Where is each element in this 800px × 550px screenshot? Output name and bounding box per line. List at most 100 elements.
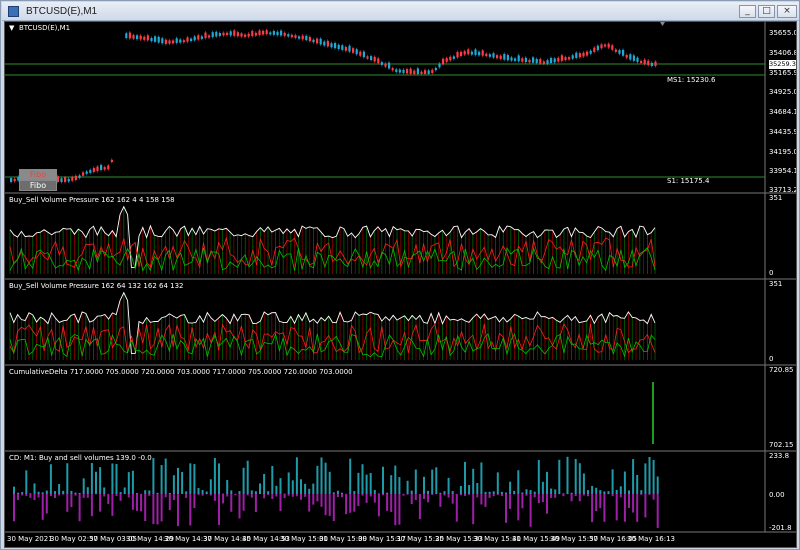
buy-volume-bar: [484, 491, 487, 494]
sell-volume-bar: [484, 494, 487, 507]
buy-volume-bar: [332, 492, 335, 494]
candle: [607, 43, 610, 48]
volume-pressure-1-max: 351: [769, 194, 783, 202]
candle: [82, 172, 85, 176]
buy-volume-bar: [373, 489, 376, 494]
candle: [110, 159, 113, 163]
candle: [643, 59, 646, 65]
sell-volume-bar: [164, 494, 167, 498]
sell-volume-bar: [582, 494, 585, 496]
candle: [56, 176, 59, 182]
buy-volume-bar: [390, 475, 393, 494]
sell-volume-bar: [636, 494, 639, 522]
candle: [640, 60, 643, 63]
title-bar[interactable]: BTCUSD(E),M1 _ □ ×: [2, 2, 799, 21]
candle: [575, 52, 578, 58]
candle: [384, 63, 387, 67]
sell-volume-bar: [521, 494, 524, 509]
candle: [13, 178, 16, 182]
buy-volume-bar: [160, 465, 163, 494]
candle: [636, 57, 639, 62]
buy-volume-bar: [295, 457, 298, 494]
buy-volume-bar: [468, 485, 471, 494]
candle: [467, 49, 470, 55]
sell-volume-bar: [652, 494, 655, 500]
buy-volume-bar: [328, 471, 331, 494]
candle: [560, 55, 563, 61]
buy-volume-bar: [205, 491, 208, 494]
sell-volume-bar: [459, 494, 462, 496]
sell-volume-bar: [587, 494, 589, 497]
time-tick: 30 May 2021: [7, 535, 53, 543]
candle: [528, 59, 531, 63]
sell-volume-bar: [615, 494, 618, 521]
buy-volume-bar: [628, 490, 630, 494]
candle: [294, 35, 297, 38]
buy-volume-bar: [435, 467, 438, 494]
chart-area[interactable]: ▼ BTCUSD(E),M1 35655.00 35406.80 35259.3…: [4, 21, 797, 548]
sell-volume-bar: [250, 494, 253, 498]
fibo-red-button[interactable]: Fibo: [19, 169, 57, 180]
sell-volume-bar: [488, 494, 491, 498]
buy-volume-bar: [230, 490, 233, 494]
buy-volume-bar: [242, 467, 245, 494]
buy-volume-bar: [136, 493, 138, 494]
candle: [254, 32, 257, 36]
sell-volume-bar: [246, 494, 249, 496]
close-button[interactable]: ×: [777, 5, 797, 18]
sell-volume-bar: [263, 494, 266, 499]
buy-volume-bar: [377, 493, 380, 494]
candle: [546, 60, 549, 64]
sell-volume-bar: [17, 494, 20, 500]
sell-volume-bar: [41, 494, 44, 520]
sell-volume-bar: [472, 494, 475, 525]
fibo-button[interactable]: Fibo: [19, 180, 57, 191]
candle: [175, 38, 178, 43]
candle: [654, 61, 657, 66]
candle: [478, 51, 481, 56]
sell-volume-bar: [406, 494, 409, 495]
sell-volume-bar: [218, 494, 220, 525]
candle: [510, 57, 513, 61]
minimize-button[interactable]: _: [739, 5, 756, 18]
sell-volume-bar: [197, 494, 200, 495]
chart-shift-marker[interactable]: [660, 22, 665, 26]
sell-volume-bar: [70, 494, 73, 508]
candle: [622, 49, 625, 56]
cumulative-delta-label: CumulativeDelta 717.0000 705.0000 720.00…: [9, 368, 353, 376]
sell-volume-bar: [414, 494, 417, 500]
candle: [103, 167, 106, 170]
candle: [564, 57, 567, 61]
buy-volume-bar: [267, 491, 270, 494]
sell-volume-bar: [443, 494, 446, 496]
candle: [265, 30, 268, 35]
candle: [136, 35, 139, 40]
sell-volume-bar: [49, 494, 52, 497]
sell-volume-bar: [185, 494, 188, 498]
candle: [85, 171, 88, 174]
buy-volume-bar: [492, 491, 495, 494]
candle: [92, 168, 95, 172]
buy-volume-bar: [546, 471, 548, 494]
candle: [179, 39, 182, 43]
cumulative-delta-max: 720.85: [769, 366, 794, 374]
collapse-icon[interactable]: ▼: [9, 24, 14, 32]
buy-volume-bar: [254, 491, 257, 494]
candle: [251, 30, 254, 37]
buy-volume-bar: [197, 488, 200, 494]
buy-volume-bar: [443, 491, 446, 494]
volume-pressure-2-min: 0: [769, 355, 774, 363]
buy-volume-bar: [414, 469, 417, 494]
buy-volume-bar: [394, 465, 397, 494]
candle: [535, 58, 538, 64]
candle: [413, 70, 416, 74]
buy-volume-bar: [574, 458, 577, 494]
buy-volume-bar: [213, 458, 216, 494]
candle: [460, 51, 463, 56]
sell-volume-bar: [451, 494, 454, 504]
buy-volume-bar: [652, 459, 655, 494]
candle: [186, 37, 189, 42]
candle: [283, 32, 286, 36]
maximize-button[interactable]: □: [758, 5, 775, 18]
candle: [229, 31, 232, 36]
